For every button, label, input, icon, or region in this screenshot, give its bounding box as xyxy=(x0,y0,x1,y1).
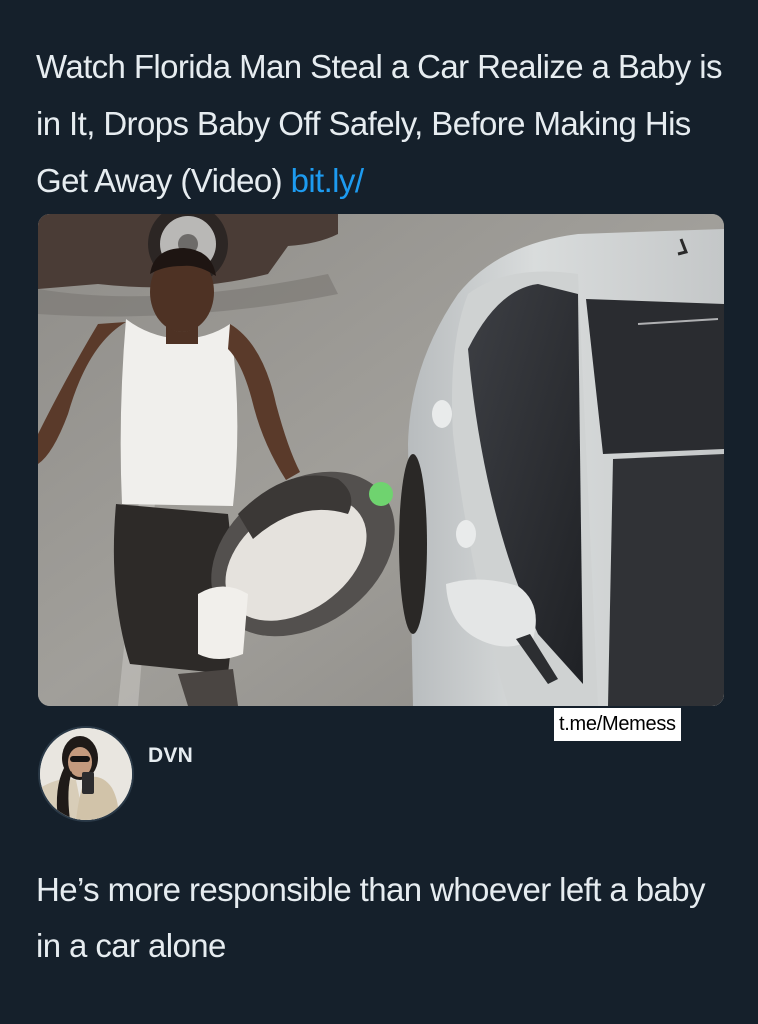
reply-username[interactable]: DVN xyxy=(148,744,193,768)
post-text: Watch Florida Man Steal a Car Realize a … xyxy=(36,38,726,209)
post-media-image[interactable] xyxy=(38,214,724,706)
reply-text: He’s more responsible than whoever left … xyxy=(36,871,705,964)
surveillance-photo xyxy=(38,214,724,706)
post-headline: Watch Florida Man Steal a Car Realize a … xyxy=(36,48,722,199)
watermark-label: t.me/Memess xyxy=(554,708,681,741)
user-avatar[interactable] xyxy=(38,726,134,822)
avatar-photo xyxy=(40,728,132,820)
post-link[interactable]: bit.ly/ xyxy=(291,162,364,199)
